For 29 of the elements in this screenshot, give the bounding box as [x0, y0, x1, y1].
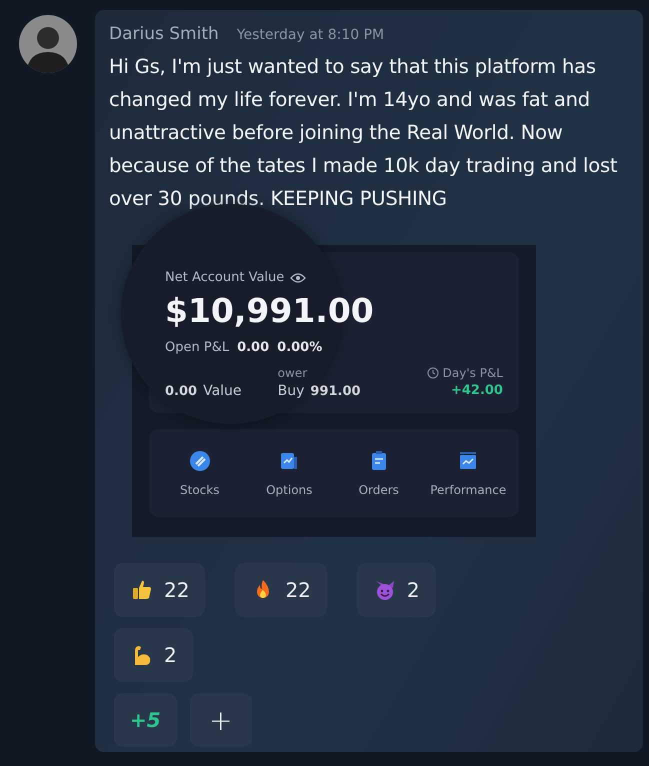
stat-fragment: Value [203, 383, 242, 399]
reaction-button[interactable]: 2 [114, 628, 193, 682]
reaction-button[interactable]: 2 [356, 563, 436, 617]
open-pnl-percent: 0.00% [277, 340, 322, 355]
nav-label: Stocks [180, 483, 220, 497]
stat-label: Day's P&L [442, 366, 503, 380]
add-reaction-button[interactable]: + [190, 693, 252, 747]
timestamp: Yesterday at 8:10 PM [236, 27, 384, 43]
nav-label: Orders [358, 483, 399, 497]
stocks-icon [188, 449, 212, 473]
stat-value: 991.00 [310, 384, 361, 399]
author-name[interactable]: Darius Smith [109, 24, 219, 44]
eye-icon [290, 272, 306, 284]
open-pnl-value: 0.00 [237, 340, 270, 355]
stat-value: 0.00 [165, 384, 198, 399]
clock-icon [426, 366, 439, 378]
reaction-button[interactable]: 22 [235, 563, 327, 617]
nav-label: Options [266, 483, 312, 497]
stat-value: +42.00 [450, 383, 503, 398]
account-value-title: Net Account Value [165, 270, 306, 285]
reaction-button[interactable]: 22 [114, 563, 206, 617]
more-reactions-button[interactable]: +5 [114, 693, 177, 747]
message-text: Hi Gs, I'm just wanted to say that this platform has changed my life forever. I'm 14yo and was fat and unattractive before joining the Real World. Now because of the tates I made 10k day trading and lost over 30 pounds. KEEPING PUSHING [109, 54, 618, 212]
nav-label: Performance [430, 483, 506, 497]
stat-fragment: Buy [278, 383, 304, 399]
thumbs-up-icon [130, 578, 154, 602]
open-pnl-label: Open P&L [165, 340, 230, 355]
stat-label: ower [278, 366, 308, 380]
account-value: $10,991.00 [165, 291, 375, 330]
